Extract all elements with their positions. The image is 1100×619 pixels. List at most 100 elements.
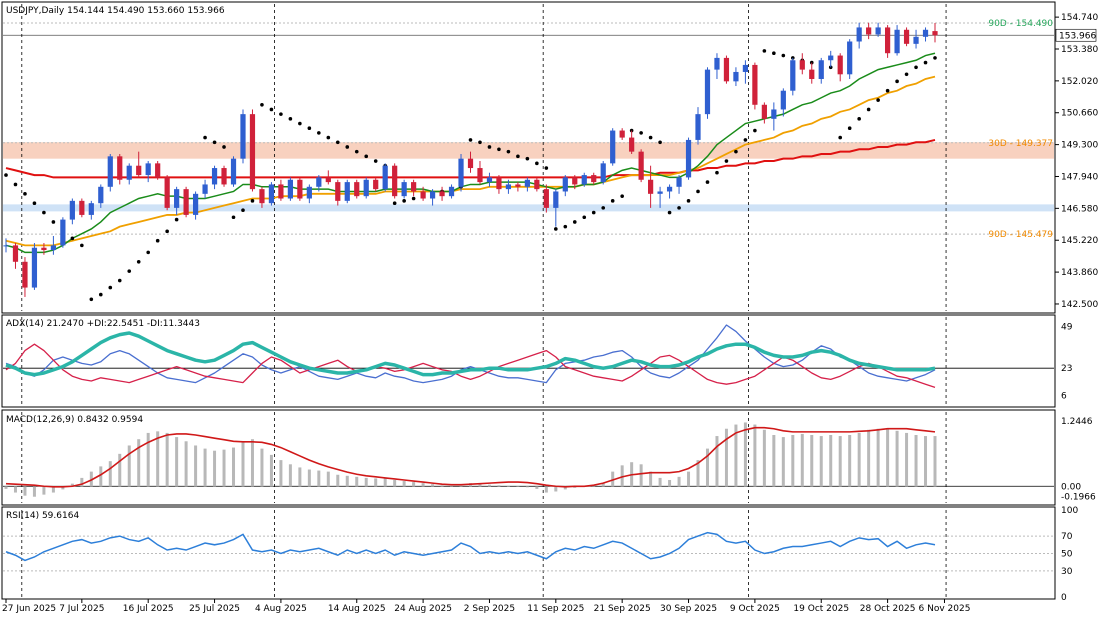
price-tick-label-3: 150.660 (1061, 109, 1098, 119)
candle-body (761, 104, 767, 119)
adx-tick-label-1: 23 (1061, 364, 1072, 374)
macd-bar (156, 431, 160, 487)
price-tick-label-0: 154.740 (1061, 13, 1098, 23)
candle-body (591, 175, 597, 183)
macd-bar (800, 433, 804, 487)
psar-dot (933, 56, 937, 60)
rsi-panel[interactable]: 100 70 50 30 0 RSI(14) 59.6164 (1, 506, 1078, 603)
psar-dot (174, 217, 179, 222)
candle-body (126, 165, 132, 180)
candle-body (610, 130, 616, 164)
psar-dot (250, 199, 255, 203)
candle-body (600, 163, 606, 183)
psar-dot (317, 131, 321, 135)
psar-dot (117, 278, 122, 283)
macd-bar (374, 478, 378, 487)
psar-dot (781, 53, 786, 58)
candle (392, 163, 398, 199)
macd-bar (838, 436, 842, 487)
current-price-label: 153.966 (1059, 31, 1096, 41)
psar-dot (591, 210, 596, 215)
psar-dot (639, 131, 643, 135)
candle (268, 182, 275, 206)
macd-bar (772, 435, 776, 487)
candle (183, 186, 189, 218)
time-label-2: 16 Jul 2025 (123, 604, 174, 614)
candle-body (155, 163, 161, 178)
candle-body (202, 184, 208, 194)
time-label-5: 14 Aug 2025 (328, 604, 386, 614)
psar-dot (923, 60, 928, 65)
candle (600, 161, 606, 185)
psar-dot (136, 259, 141, 264)
macd-bar (241, 441, 245, 487)
macd-bar (450, 486, 454, 487)
candle-body (742, 64, 749, 72)
candle-body (828, 55, 834, 61)
candle (287, 177, 293, 201)
rsi-tick-label-4: 0 (1061, 593, 1067, 603)
candle-body (69, 200, 75, 220)
level-label-0: 90D - 154.490 (988, 19, 1053, 29)
candle-body (505, 184, 512, 190)
candle-body (771, 109, 777, 119)
candle-body (572, 177, 578, 185)
macd-bar (184, 441, 188, 487)
psar-dot (288, 117, 293, 121)
price-tick-label-9: 142.500 (1061, 300, 1098, 310)
candle-body (704, 69, 711, 115)
candle-body (543, 189, 549, 208)
macd-bar (194, 445, 198, 487)
candle-body (88, 203, 94, 215)
macd-bar (829, 435, 833, 487)
psar-dot (241, 208, 245, 213)
candle-body (325, 177, 331, 183)
macd-bar (288, 464, 292, 487)
candle-body (136, 165, 142, 176)
candle-body (117, 156, 123, 180)
psar-dot (212, 140, 217, 145)
psar-dot (762, 49, 767, 53)
psar-dot (51, 220, 56, 224)
macd-bar (905, 432, 909, 487)
macd-bar (203, 448, 207, 487)
psar-dot (307, 126, 312, 131)
macd-bar (146, 432, 150, 487)
psar-dot (487, 145, 492, 149)
psar-dot (260, 102, 264, 107)
psar-dot (610, 199, 615, 203)
candle-body (733, 71, 739, 82)
candle-body (174, 189, 180, 208)
psar-dot (525, 156, 530, 161)
candle-body (192, 193, 199, 215)
psar-dot (345, 145, 350, 149)
psar-dot (847, 126, 852, 131)
psar-dot (895, 79, 899, 84)
price-panel[interactable]: 90D - 154.49030D - 149.37790D - 145.479 … (1, 1, 1098, 314)
macd-bar (307, 469, 311, 487)
macd-tick-label-2: -0.1966 (1061, 493, 1096, 503)
candle-body (401, 182, 407, 197)
psar-dot (696, 189, 700, 194)
psar-dot (98, 292, 103, 297)
psar-dot (572, 220, 577, 224)
macd-bar (222, 449, 226, 487)
macd-bar (658, 477, 662, 487)
psar-dot (279, 112, 283, 116)
candle-body (382, 165, 388, 190)
trading-chart[interactable]: 90D - 154.49030D - 149.37790D - 145.479 … (0, 0, 1100, 619)
macd-bar (791, 435, 795, 487)
candle-body (429, 191, 436, 199)
candle-body (22, 261, 28, 288)
macd-bar (895, 430, 899, 487)
adx-panel[interactable]: 49 23 6 ADX(14) 21.2470 +DI:22.5451 -DI:11… (1, 314, 1073, 408)
time-label-1: 7 Jul 2025 (59, 604, 104, 614)
macd-panel[interactable]: 1.2446 0.00-0.1966 MACD(12,26,9) 0.8432 0… (1, 409, 1096, 506)
candle-body (3, 245, 9, 247)
candle-body (780, 90, 786, 110)
rsi-tick-label-0: 100 (1061, 506, 1078, 516)
rsi-header: RSI(14) 59.6164 (6, 511, 79, 521)
candle-body (98, 186, 104, 204)
macd-bar (32, 486, 36, 497)
psar-dot (715, 170, 719, 175)
